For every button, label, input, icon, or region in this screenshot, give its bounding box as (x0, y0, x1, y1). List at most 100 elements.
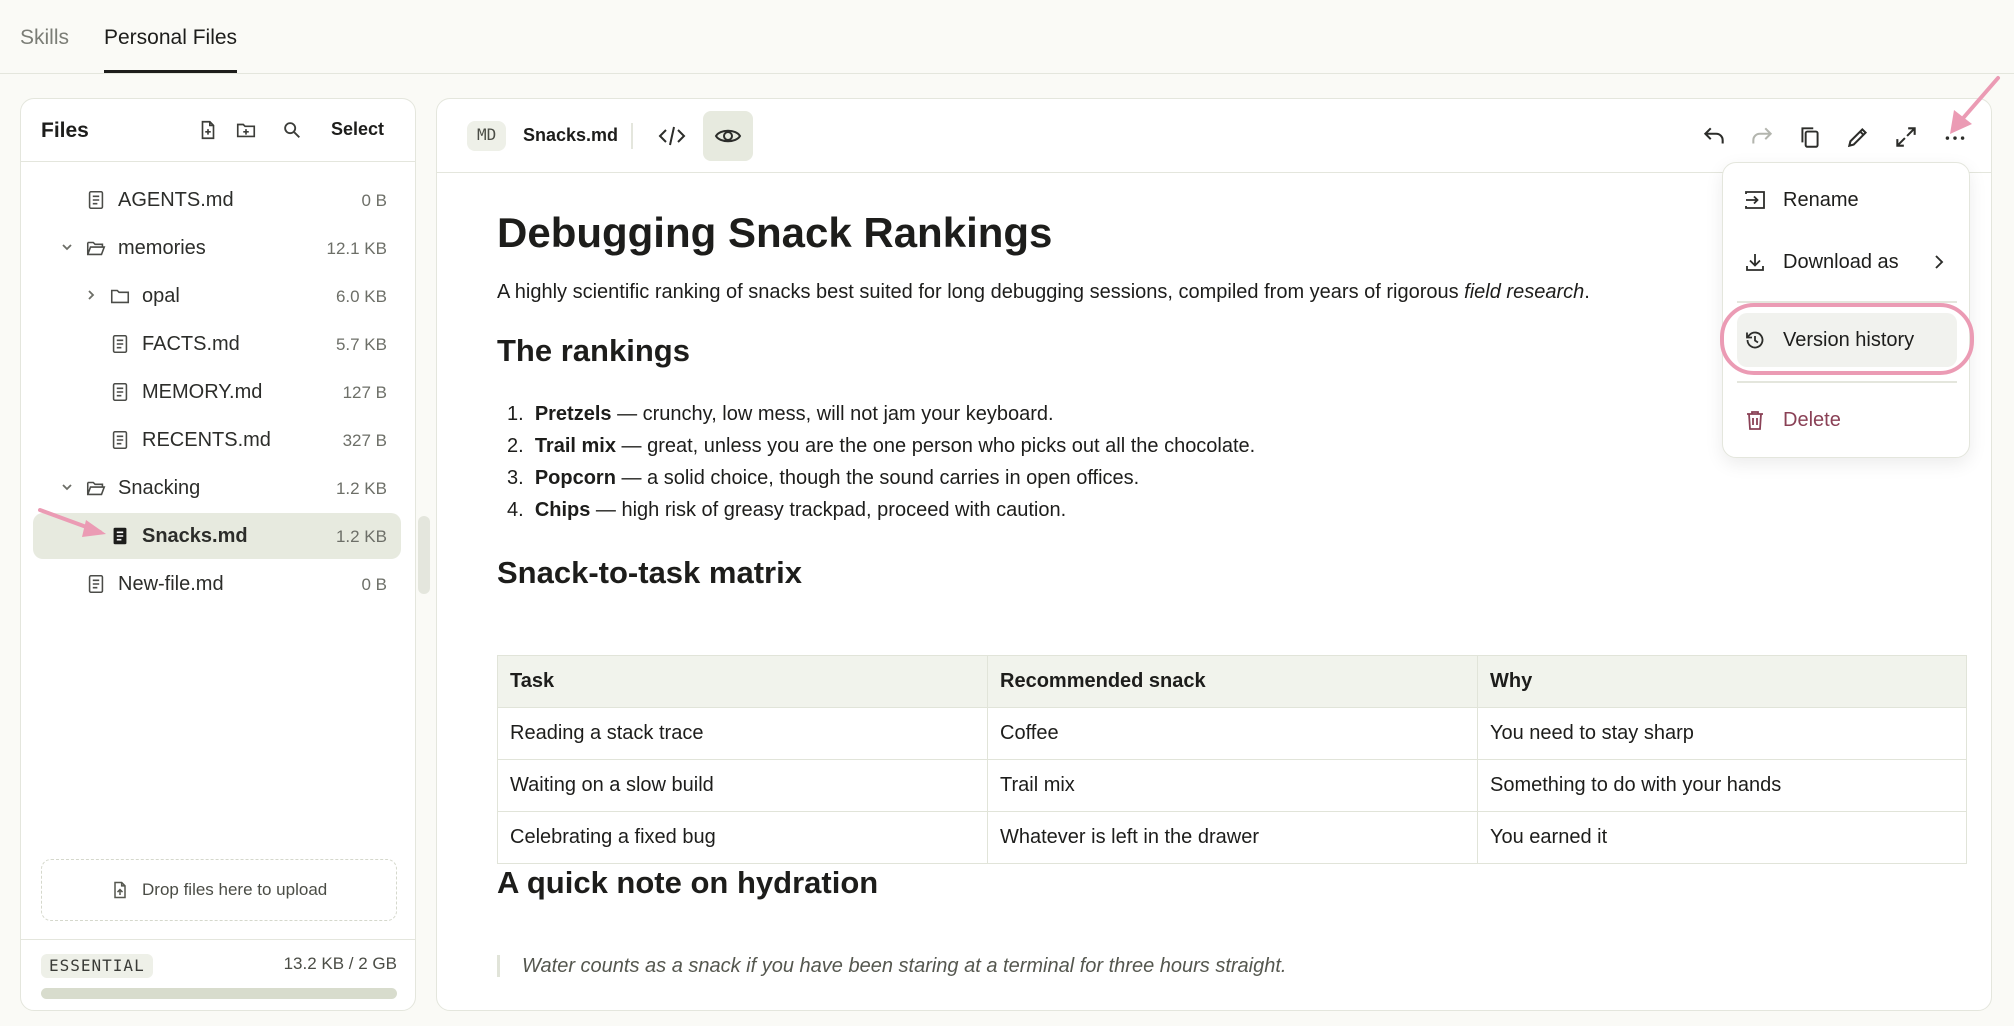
menu-item-label: Download as (1783, 251, 1899, 273)
expand-icon[interactable] (1893, 124, 1919, 150)
preview-eye-icon[interactable] (703, 111, 753, 161)
storage-footer: ESSENTIAL 13.2 KB / 2 GB (21, 939, 415, 1010)
tree-item-size: 1.2 KB (335, 479, 387, 498)
tree-item-label: New-file.md (118, 573, 224, 595)
menu-divider (1737, 301, 1957, 303)
tree-item-facts-md[interactable]: FACTS.md 5.7 KB (33, 321, 401, 367)
tree-item-label: Snacks.md (142, 525, 248, 547)
menu-item-label: Rename (1783, 189, 1859, 211)
new-file-icon[interactable] (197, 119, 219, 141)
editor-filename: Snacks.md (523, 125, 619, 145)
chevron-down-icon[interactable] (59, 239, 75, 255)
sidebar-header: Files Select (21, 99, 415, 162)
dropzone-text: Drop files here to upload (142, 880, 328, 899)
menu-item-delete[interactable]: Delete (1737, 393, 1957, 447)
tree-item-recents-md[interactable]: RECENTS.md 327 B (33, 417, 401, 463)
undo-icon[interactable] (1701, 124, 1727, 150)
chevron-down-icon[interactable] (59, 479, 75, 495)
heading-hydration: A quick note on hydration (497, 865, 879, 900)
table-header-cell: Recommended snack (987, 655, 1478, 708)
edit-pencil-icon[interactable] (1845, 124, 1871, 150)
menu-item-rename[interactable]: Rename (1737, 173, 1957, 227)
tree-item-size: 327 B (342, 431, 387, 450)
doc-title: Debugging Snack Rankings (497, 209, 1053, 256)
folder-open-icon (85, 477, 107, 499)
ranking-item: 3. Popcorn — a solid choice, though the … (507, 467, 1140, 489)
history-icon (1743, 328, 1767, 352)
top-tab-bar: Skills Personal Files (0, 0, 2014, 74)
table-cell: Celebrating a fixed bug (497, 811, 988, 864)
storage-usage: 13.2 KB / 2 GB (283, 954, 397, 973)
table-row: Reading a stack trace Coffee You need to… (497, 707, 1967, 760)
tree-item-snacks-md[interactable]: Snacks.md 1.2 KB (33, 513, 401, 559)
file-icon (85, 573, 107, 595)
search-icon[interactable] (281, 119, 303, 141)
tree-item-size: 1.2 KB (335, 527, 387, 546)
tab-skills[interactable]: Skills (20, 26, 69, 50)
code-view-icon[interactable] (657, 123, 687, 149)
copy-icon[interactable] (1797, 124, 1823, 150)
chevron-right-icon (1931, 253, 1947, 271)
tree-item-size: 5.7 KB (335, 335, 387, 354)
redo-icon[interactable] (1749, 124, 1775, 150)
menu-item-version-history[interactable]: Version history (1737, 313, 1957, 367)
menu-item-label: Delete (1783, 409, 1841, 431)
toolbar-divider (631, 123, 633, 149)
ranking-item: 2. Trail mix — great, unless you are the… (507, 435, 1256, 457)
snack-task-table: Task Recommended snack Why Reading a sta… (497, 655, 1967, 864)
sidebar-title: Files (41, 119, 89, 142)
storage-progress-bar (41, 988, 397, 999)
table-row: Waiting on a slow build Trail mix Someth… (497, 759, 1967, 812)
tree-item-label: memories (118, 237, 206, 259)
tree-item-memory-md[interactable]: MEMORY.md 127 B (33, 369, 401, 415)
tree-item-label: Snacking (118, 477, 201, 499)
sidebar-scrollbar[interactable] (418, 516, 430, 594)
tree-item-size: 6.0 KB (335, 287, 387, 306)
tree-item-new-file-md[interactable]: New-file.md 0 B (33, 561, 401, 607)
heading-matrix: Snack-to-task matrix (497, 555, 802, 590)
table-cell: Coffee (987, 707, 1478, 760)
file-icon (109, 429, 131, 451)
table-cell: You need to stay sharp (1477, 707, 1967, 760)
file-icon (85, 189, 107, 211)
table-cell: Trail mix (987, 759, 1478, 812)
tree-item-label: RECENTS.md (142, 429, 271, 451)
heading-rankings: The rankings (497, 333, 690, 368)
tree-item-label: FACTS.md (142, 333, 240, 355)
menu-item-label: Version history (1783, 329, 1915, 351)
folder-open-icon (85, 237, 107, 259)
blockquote: Water counts as a snack if you have been… (497, 955, 1286, 977)
chevron-right-icon[interactable] (83, 287, 99, 303)
trash-icon (1743, 408, 1767, 432)
tab-personal-files[interactable]: Personal Files (104, 26, 238, 73)
folder-icon (109, 285, 131, 307)
table-header-cell: Task (497, 655, 988, 708)
ranking-item: 4. Chips — high risk of greasy trackpad,… (507, 499, 1067, 521)
select-button[interactable]: Select (331, 119, 384, 140)
tree-item-snacking[interactable]: Snacking 1.2 KB (33, 465, 401, 511)
table-header-cell: Why (1477, 655, 1967, 708)
upload-dropzone[interactable]: Drop files here to upload (41, 859, 397, 921)
tree-item-size: 12.1 KB (326, 239, 388, 258)
file-options-menu: Rename Download as Version history Delet… (1722, 162, 1970, 458)
download-icon (1743, 250, 1767, 274)
tree-item-size: 0 B (361, 575, 387, 594)
table-row: Celebrating a fixed bug Whatever is left… (497, 811, 1967, 864)
tree-item-size: 0 B (361, 191, 387, 210)
tree-item-label: opal (142, 285, 180, 307)
tree-item-opal[interactable]: opal 6.0 KB (33, 273, 401, 319)
new-folder-icon[interactable] (235, 119, 257, 141)
file-type-badge: MD (467, 121, 507, 151)
tree-item-agents-md[interactable]: AGENTS.md 0 B (33, 177, 401, 223)
tree-item-memories[interactable]: memories 12.1 KB (33, 225, 401, 271)
tree-item-label: MEMORY.md (142, 381, 263, 403)
file-icon (109, 381, 131, 403)
doc-intro-emphasis: field research (1464, 281, 1585, 303)
tree-item-size: 127 B (342, 383, 387, 402)
rename-icon (1743, 188, 1767, 212)
more-options-icon[interactable] (1942, 124, 1968, 150)
table-cell: Reading a stack trace (497, 707, 988, 760)
menu-item-download-as[interactable]: Download as (1737, 235, 1957, 289)
upload-file-icon (110, 880, 130, 900)
plan-badge: ESSENTIAL (41, 954, 153, 978)
